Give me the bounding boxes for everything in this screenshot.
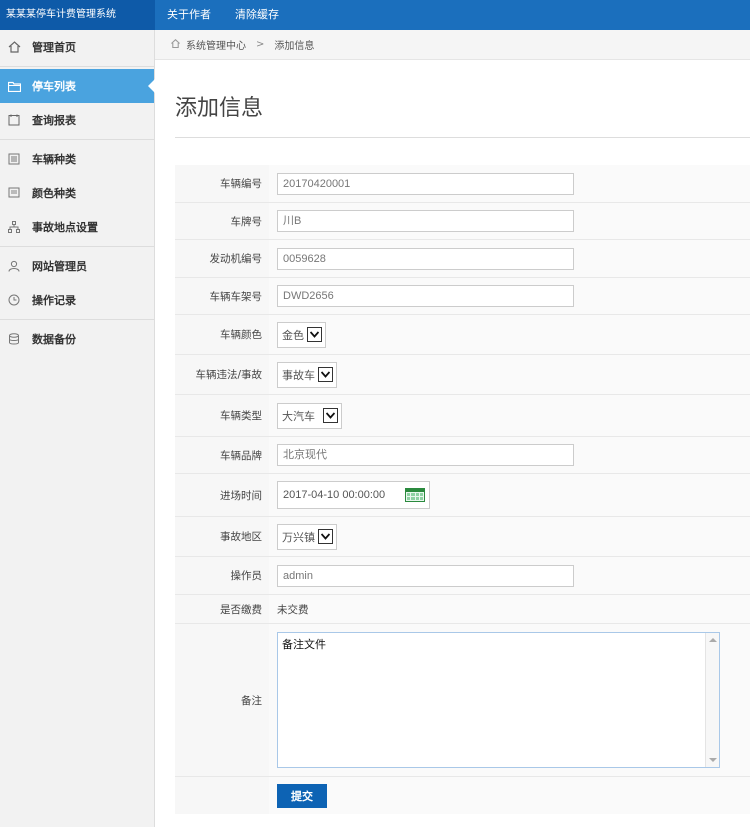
accident-area-select-value: 万兴镇	[282, 530, 315, 544]
form-row: 车辆车架号 DWD2656	[175, 278, 750, 315]
form-row: 是否缴费 未交费	[175, 595, 750, 624]
paid-label: 是否缴费	[175, 595, 269, 623]
folder-icon	[6, 79, 22, 93]
form-row: 车辆编号 20170420001	[175, 165, 750, 203]
color-select[interactable]: 金色	[277, 321, 326, 348]
frame-no-input[interactable]: DWD2656	[277, 285, 574, 307]
form-row: 备注 备注文件	[175, 624, 750, 777]
remark-text: 备注文件	[282, 638, 326, 651]
engine-no-input[interactable]: 0059628	[277, 247, 574, 270]
calendar-icon[interactable]	[405, 488, 425, 502]
sidebar-item-data-backup[interactable]: 数据备份	[0, 322, 154, 356]
brand-label: 车辆品牌	[175, 437, 269, 473]
textarea-scrollbar[interactable]	[705, 633, 719, 767]
home-icon	[6, 40, 22, 54]
sidebar-item-label: 网站管理员	[32, 260, 87, 273]
breadcrumb: 系统管理中心 > 添加信息	[155, 30, 750, 60]
operator-label: 操作员	[175, 557, 269, 594]
page-title: 添加信息	[175, 96, 264, 121]
accident-area-label: 事故地区	[175, 517, 269, 556]
color-label: 车辆颜色	[175, 315, 269, 354]
form-row: 车牌号 川B	[175, 203, 750, 240]
home-icon	[171, 38, 180, 51]
database-icon	[6, 332, 22, 346]
sidebar-item-accident-locations[interactable]: 事故地点设置	[0, 210, 154, 244]
violation-select-value: 事故车	[282, 368, 315, 382]
entry-time-picker[interactable]: 2017-04-10 00:00:00	[277, 481, 430, 509]
color-select-value: 金色	[282, 328, 304, 342]
form-row: 发动机编号 0059628	[175, 240, 750, 278]
sidebar-item-parking-list[interactable]: 停车列表	[0, 69, 155, 103]
sidebar-divider	[0, 246, 154, 247]
form-row: 车辆品牌 北京现代	[175, 437, 750, 474]
sidebar-divider	[0, 319, 154, 320]
sitemap-icon	[6, 220, 22, 234]
palette-icon	[6, 186, 22, 200]
chevron-down-icon	[318, 529, 333, 544]
breadcrumb-current: 添加信息	[274, 41, 315, 52]
sidebar-item-label: 查询报表	[32, 114, 76, 127]
add-info-form: 车辆编号 20170420001 车牌号 川B 发动机编号 0059628 车辆…	[175, 165, 750, 814]
sidebar-item-label: 事故地点设置	[32, 221, 98, 234]
frame-no-label: 车辆车架号	[175, 278, 269, 314]
engine-no-label: 发动机编号	[175, 240, 269, 277]
sidebar-item-label: 操作记录	[32, 294, 76, 307]
sidebar-item-vehicle-types[interactable]: 车辆种类	[0, 142, 154, 176]
remark-textarea[interactable]: 备注文件	[277, 632, 720, 768]
form-row: 事故地区 万兴镇	[175, 517, 750, 557]
sidebar-item-label: 颜色种类	[32, 187, 76, 200]
about-author-link[interactable]: 关于作者	[155, 0, 223, 30]
entry-time-value: 2017-04-10 00:00:00	[283, 489, 386, 501]
clear-cache-link[interactable]: 清除缓存	[223, 0, 291, 30]
chevron-down-icon	[323, 408, 338, 423]
app-title: 某某某停车计费管理系统	[0, 0, 155, 30]
top-bar: 某某某停车计费管理系统 关于作者 清除缓存	[0, 0, 750, 30]
sidebar-divider	[0, 139, 154, 140]
sidebar-item-operation-log[interactable]: 操作记录	[0, 283, 154, 317]
vehicle-type-select-value: 大汽车	[282, 409, 315, 423]
operator-input[interactable]: admin	[277, 564, 574, 587]
vehicle-type-select[interactable]: 大汽车	[277, 402, 342, 429]
sidebar-item-label: 停车列表	[32, 80, 76, 93]
vehicle-no-label: 车辆编号	[175, 165, 269, 202]
chevron-down-icon	[318, 367, 333, 382]
plate-no-input[interactable]: 川B	[277, 210, 574, 232]
brand-input[interactable]: 北京现代	[277, 444, 574, 466]
vehicle-no-input[interactable]: 20170420001	[277, 172, 574, 195]
entry-time-label: 进场时间	[175, 474, 269, 516]
breadcrumb-separator: >	[256, 39, 265, 50]
top-nav: 关于作者 清除缓存	[155, 0, 291, 30]
title-divider	[175, 137, 750, 138]
form-row: 车辆违法/事故 事故车	[175, 355, 750, 395]
sidebar-item-home[interactable]: 管理首页	[0, 30, 154, 64]
vehicle-type-label: 车辆类型	[175, 395, 269, 436]
sidebar-divider	[0, 66, 154, 67]
plate-no-label: 车牌号	[175, 203, 269, 239]
sidebar: 管理首页 停车列表 查询报表 车辆种类 颜色种类 事故地点设置 网站管理员 操作…	[0, 30, 155, 827]
sidebar-item-label: 数据备份	[32, 333, 76, 346]
list-icon	[6, 152, 22, 166]
form-row: 车辆类型 大汽车	[175, 395, 750, 437]
submit-button[interactable]: 提交	[277, 783, 327, 808]
paid-status: 未交费	[277, 603, 309, 616]
submit-row-spacer	[175, 777, 269, 814]
user-icon	[6, 259, 22, 273]
form-row: 提交	[175, 777, 750, 814]
accident-area-select[interactable]: 万兴镇	[277, 523, 337, 550]
form-row: 操作员 admin	[175, 557, 750, 595]
remark-label: 备注	[175, 624, 269, 776]
sidebar-item-reports[interactable]: 查询报表	[0, 103, 154, 137]
sidebar-item-label: 车辆种类	[32, 153, 76, 166]
violation-select[interactable]: 事故车	[277, 361, 337, 388]
form-row: 车辆颜色 金色	[175, 315, 750, 355]
sidebar-item-site-admins[interactable]: 网站管理员	[0, 249, 154, 283]
breadcrumb-root[interactable]: 系统管理中心	[186, 37, 246, 52]
form-row: 进场时间 2017-04-10 00:00:00	[175, 474, 750, 517]
chevron-down-icon	[307, 327, 322, 342]
calendar-icon	[6, 113, 22, 127]
sidebar-item-label: 管理首页	[32, 41, 76, 54]
violation-label: 车辆违法/事故	[175, 355, 269, 394]
clock-icon	[6, 293, 22, 307]
sidebar-item-color-types[interactable]: 颜色种类	[0, 176, 154, 210]
